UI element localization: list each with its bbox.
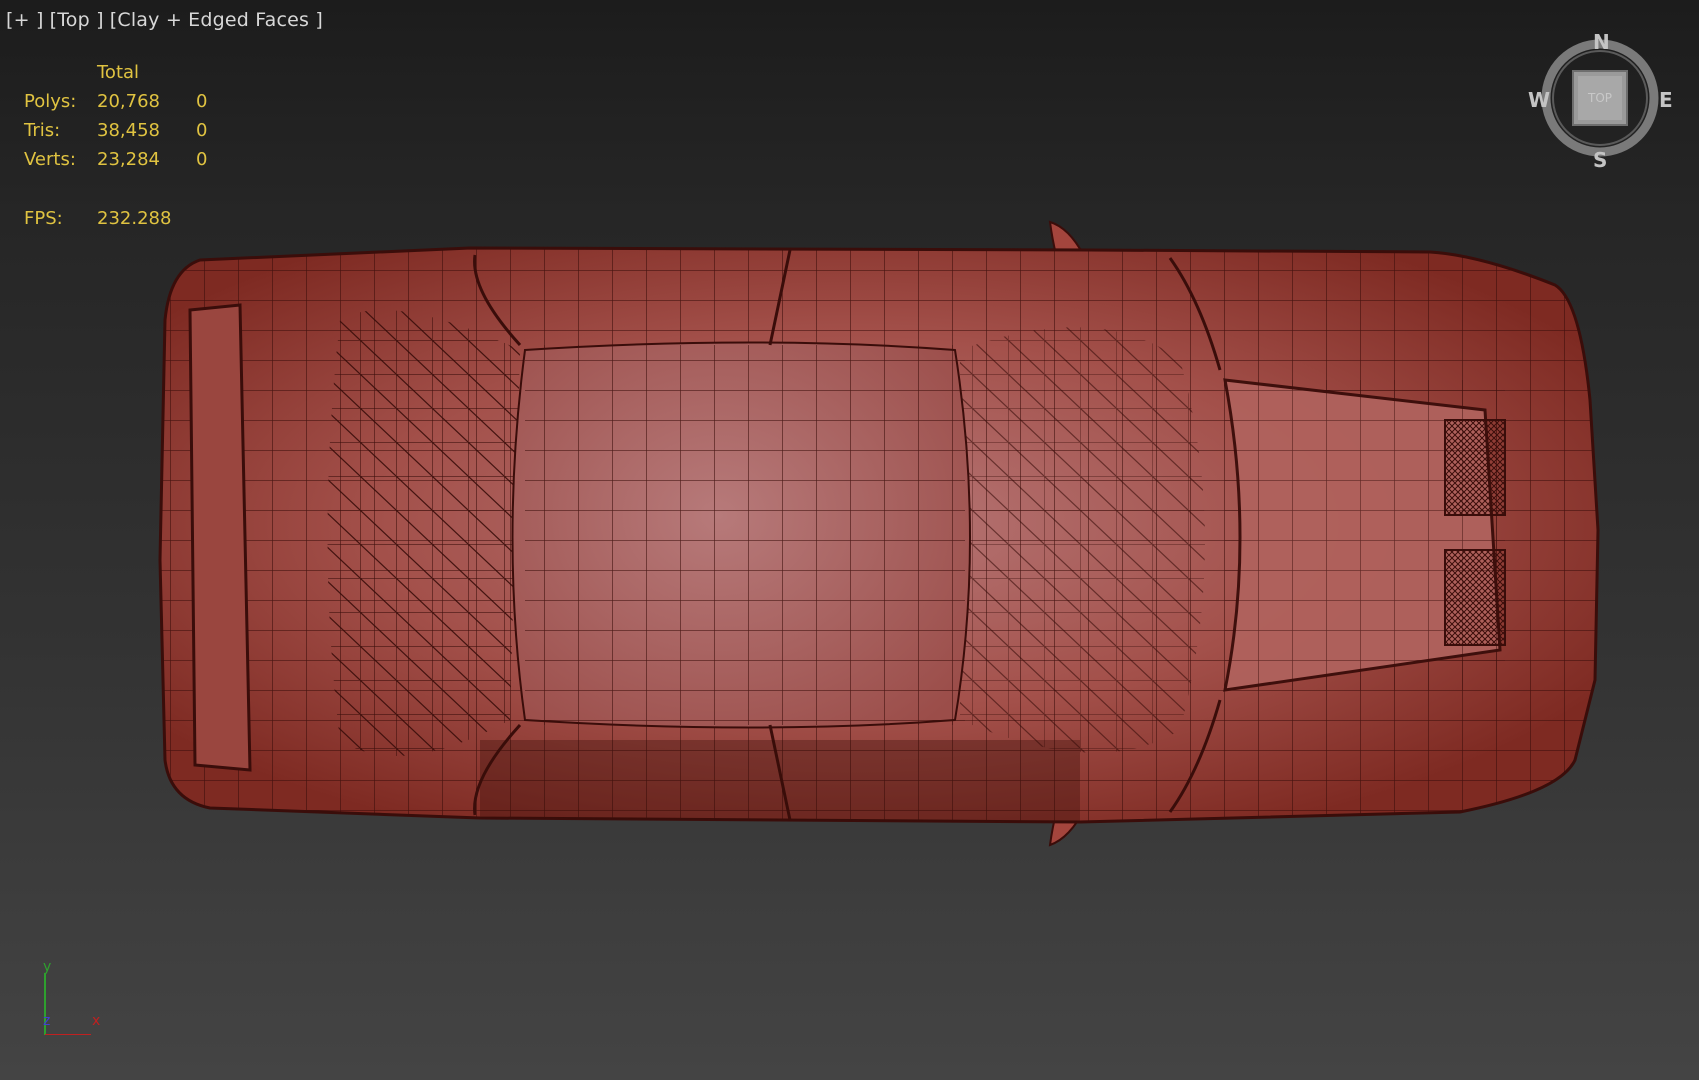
car-model[interactable] [150,220,1610,847]
compass-east[interactable]: E [1659,88,1673,112]
compass-west[interactable]: W [1528,88,1550,112]
axis-z-label: z [43,1013,51,1029]
axis-x-label: x [92,1013,101,1029]
compass-north[interactable]: N [1593,30,1610,54]
viewcube[interactable]: TOP N S E W [1528,30,1673,172]
viewcube-face-label: TOP [1587,91,1612,105]
compass-south[interactable]: S [1593,148,1607,172]
viewport-canvas[interactable] [0,0,1699,1080]
viewcube-top-face[interactable]: TOP [1573,71,1627,125]
axis-y-label: y [43,959,52,975]
axis-tripod: y z x [35,959,115,1035]
